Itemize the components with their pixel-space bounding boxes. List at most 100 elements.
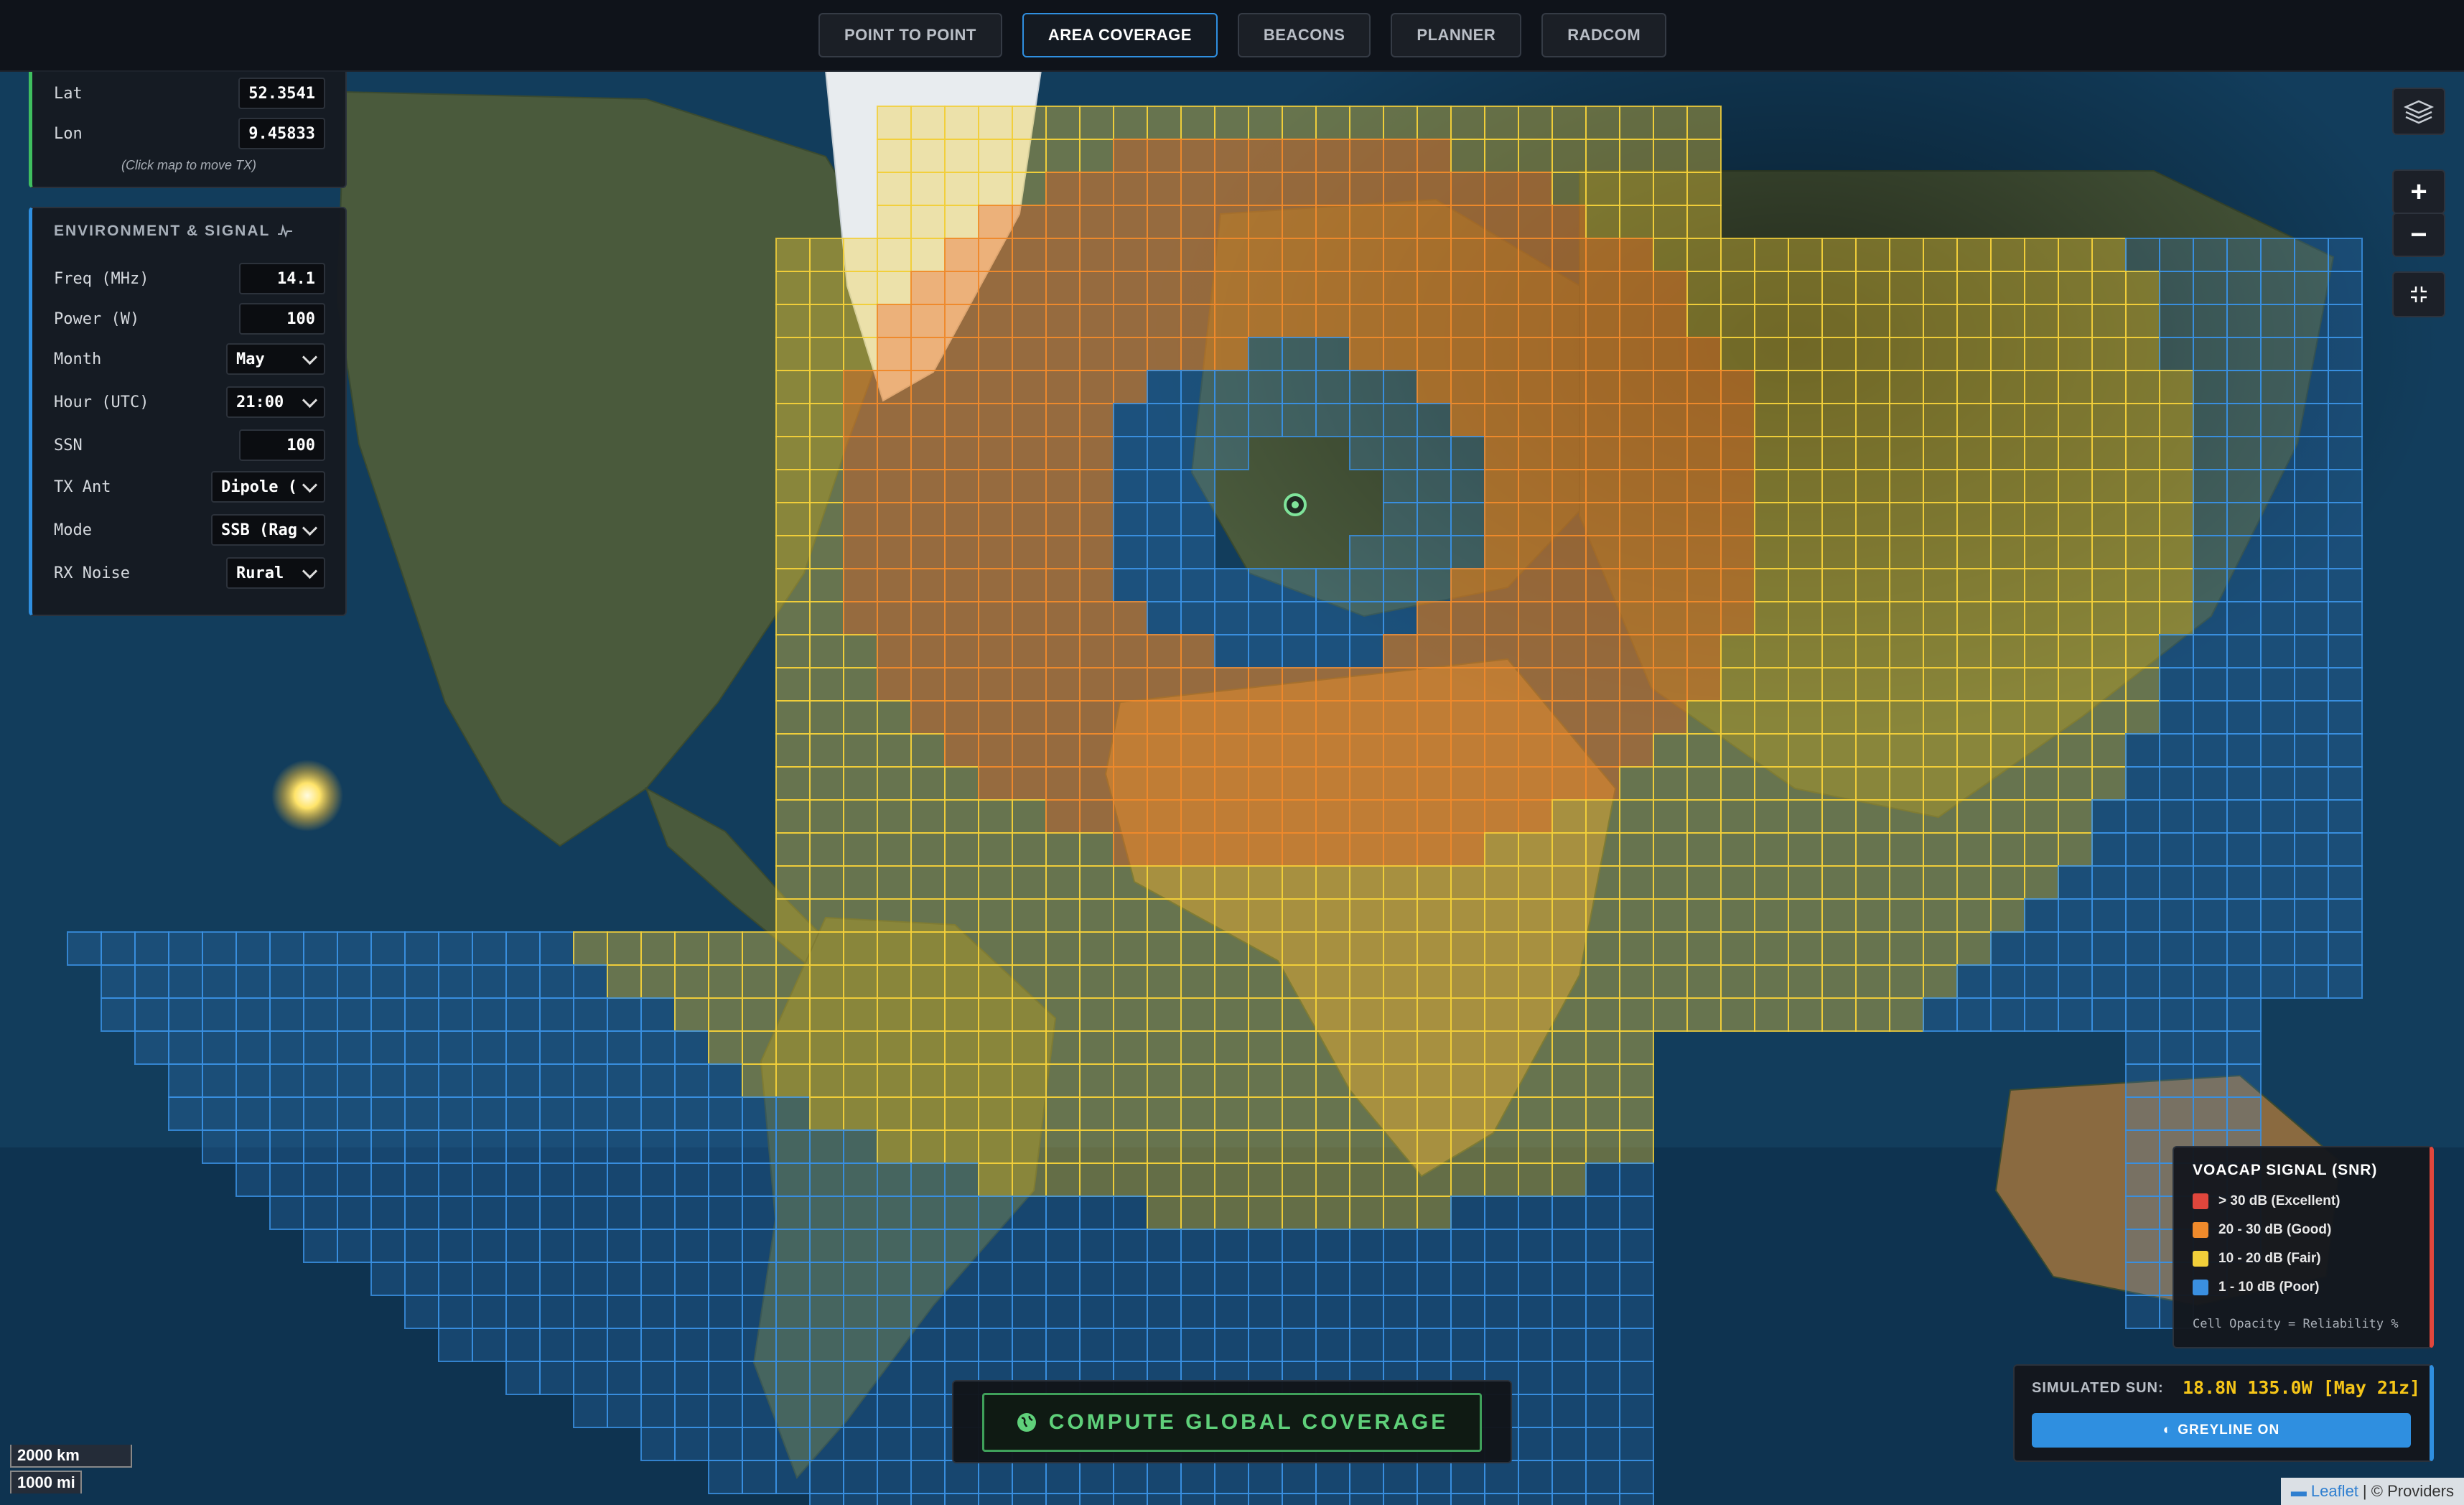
coverage-cell [1417,271,1452,305]
coverage-cell [843,1295,878,1329]
env-field-select[interactable]: Rural [226,557,325,589]
coverage-cell [2159,931,2194,966]
coverage-cell [1045,1229,1081,1263]
coverage-cell [877,1427,912,1461]
coverage-map[interactable] [0,70,2464,1505]
coverage-cell [2159,469,2194,503]
coverage-cell [1619,1129,1654,1164]
coverage-cell [1349,601,1384,635]
coverage-cell [2024,997,2059,1032]
coverage-cell [1079,139,1114,173]
coverage-cell [1619,1162,1654,1197]
coverage-cell [910,1328,946,1362]
coverage-cell [1079,733,1114,768]
coverage-cell [1720,601,1755,635]
tab-planner[interactable]: PLANNER [1391,13,1522,57]
coverage-cell [1855,238,1890,272]
coverage-cell [2058,865,2093,900]
tx-marker[interactable] [1284,493,1307,516]
env-field-select[interactable]: Dipole ( [211,471,325,503]
coverage-cell [2125,1229,2160,1263]
coverage-cell [1484,634,1519,668]
coverage-cell [1079,1096,1114,1131]
coverage-cell [742,997,777,1032]
compute-global-coverage-button[interactable]: COMPUTE GLOBAL COVERAGE [982,1393,1482,1452]
coverage-cell [809,1460,844,1494]
coverage-cell [1417,898,1452,933]
coverage-cell [1551,436,1587,470]
env-field-select[interactable]: May [226,343,325,375]
coverage-cell [1821,436,1857,470]
leaflet-link[interactable]: Leaflet [2311,1482,2358,1501]
coverage-cell [607,1295,642,1329]
coverage-cell [1214,106,1249,140]
coverage-cell [1282,601,1317,635]
coverage-cell [1180,502,1215,536]
coverage-cell [2058,997,2093,1032]
coverage-cell [775,1063,811,1098]
coverage-cell [674,1295,709,1329]
env-field-input[interactable]: 100 [239,429,325,461]
coverage-cell [1079,1129,1114,1164]
coverage-cell [1619,667,1654,702]
coverage-cell [1147,1493,1182,1505]
sun-icon [271,760,343,831]
lat-input[interactable]: 52.3541 [238,78,325,109]
coverage-cell [742,1196,777,1230]
coverage-cell [168,1030,203,1065]
coverage-cell [1619,1493,1654,1505]
coverage-cell [1450,799,1485,834]
lon-input[interactable]: 9.45833 [238,118,325,149]
coverage-cell [1956,799,1992,834]
coverage-cell [1788,832,1823,867]
coverage-cell [2024,469,2059,503]
env-field-label: RX Noise [54,564,130,582]
signal-wave-icon [278,224,293,238]
layers-button[interactable] [2392,88,2445,135]
coverage-cell [1686,898,1722,933]
coverage-cell [978,139,1013,173]
coverage-cell [235,1030,271,1065]
fullscreen-button[interactable] [2392,271,2445,317]
env-field-select[interactable]: 21:00 [226,386,325,418]
tab-radcom[interactable]: RADCOM [1541,13,1667,57]
coverage-cell [2328,403,2363,437]
coverage-cell [843,535,878,569]
tab-point-to-point[interactable]: POINT TO POINT [818,13,1002,57]
coverage-cell [370,931,406,966]
zoom-in-button[interactable]: + [2392,169,2445,214]
tab-area-coverage[interactable]: AREA COVERAGE [1022,13,1218,57]
greyline-toggle-button[interactable]: ◐ GREYLINE ON [2032,1413,2411,1448]
coverage-cell [1990,568,2025,602]
coverage-cell [1417,634,1452,668]
zoom-out-button[interactable]: − [2392,213,2445,257]
coverage-cell [944,1262,979,1296]
coverage-cell [1282,1262,1317,1296]
coverage-cell [2091,997,2127,1032]
coverage-cell [1113,502,1148,536]
coverage-cell [1720,304,1755,338]
coverage-cell [1821,634,1857,668]
coverage-cell [1282,1196,1317,1230]
coverage-cell [1484,1063,1519,1098]
coverage-cell [1889,370,1924,404]
coverage-cell [1315,898,1350,933]
coverage-cell [1923,568,1958,602]
coverage-cell [775,865,811,900]
coverage-cell [2260,667,2295,702]
coverage-cell [809,931,844,966]
coverage-cell [168,1063,203,1098]
env-field-input[interactable]: 14.1 [239,263,325,294]
coverage-cell [1653,568,1688,602]
env-field-select[interactable]: SSB (Rag [211,514,325,546]
coverage-cell [1889,337,1924,371]
map-canvas[interactable] [0,70,2464,1505]
coverage-cell [910,403,946,437]
tab-beacons[interactable]: BEACONS [1237,13,1371,57]
coverage-cell [1686,733,1722,768]
coverage-cell [1551,1030,1587,1065]
env-field-input[interactable]: 100 [239,303,325,335]
coverage-cell [1045,205,1081,239]
coverage-cell [1889,469,1924,503]
coverage-cell [269,1063,304,1098]
